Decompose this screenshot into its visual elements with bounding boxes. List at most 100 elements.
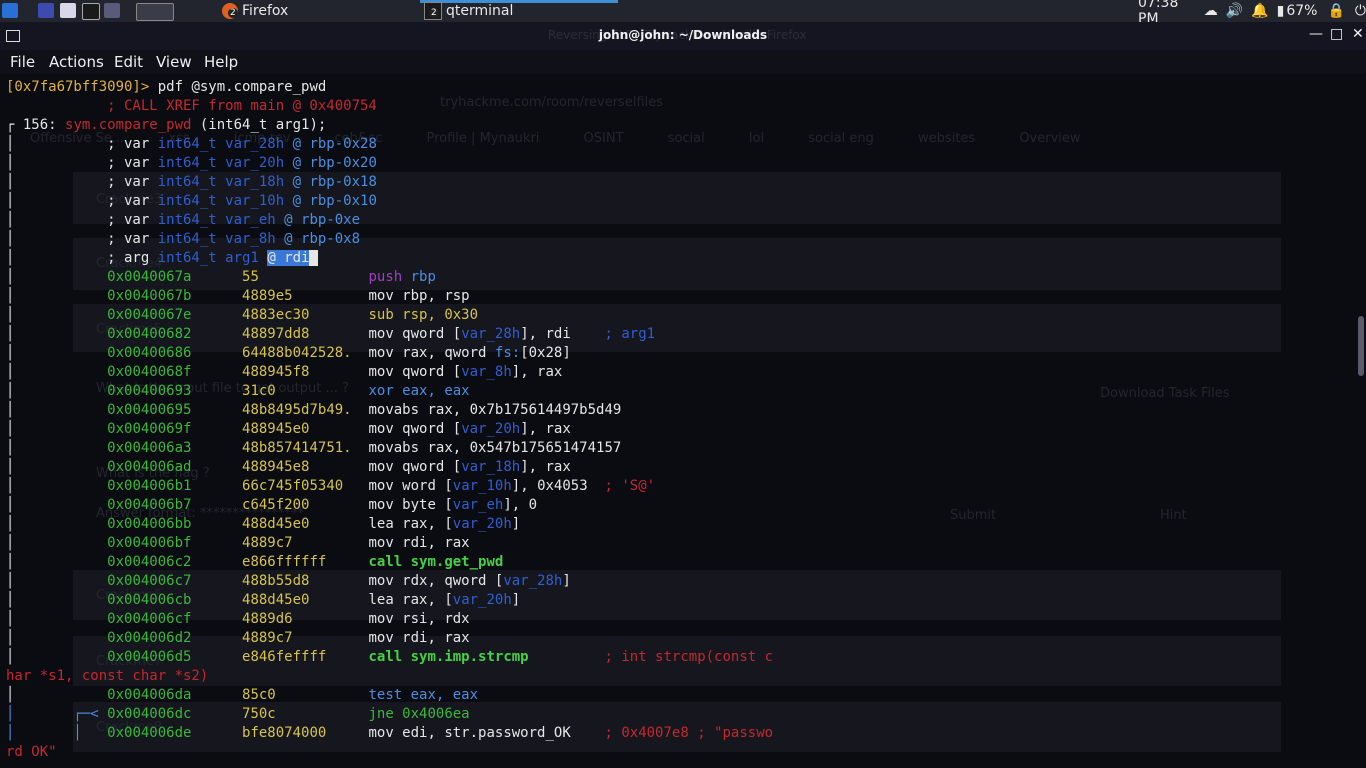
- file-manager-icon[interactable]: [60, 3, 76, 18]
- window-title: john@john: ~/Downloads: [598, 28, 768, 42]
- terminal-token: 4889d6: [191, 611, 369, 627]
- terminal-line: │ 0x00400693 31c0 xor eax, eax: [6, 382, 470, 401]
- terminal-line: │ ┌─< 0x004006dc 750c jne 0x4006ea: [6, 705, 470, 724]
- maximize-icon[interactable]: □: [1330, 26, 1343, 42]
- terminal-token: ┌ 156:: [6, 117, 66, 133]
- terminal-token: 488945f8: [191, 364, 369, 380]
- menu-help[interactable]: Help: [204, 53, 238, 71]
- terminal-token: ; arg1: [604, 326, 656, 342]
- terminal-token: call sym.imp.strcmp: [368, 649, 529, 665]
- terminal-token: [0x7fa67bff3090]>: [6, 79, 150, 95]
- taskbar: 2 Firefox 2 qterminal 07:38 PM ☁ 🔊 🔔 ▮ 6…: [0, 0, 1366, 27]
- terminal-token: │: [6, 364, 108, 380]
- terminal-token: 0x004006b1: [107, 478, 192, 494]
- terminal-line: │ ; var int64_t var_eh @ rbp-0xe: [6, 211, 360, 230]
- system-tray: 07:38 PM ☁ 🔊 🔔 ▮ 67% 🔒 ⏻: [1138, 0, 1366, 27]
- terminal-token: │: [6, 649, 108, 665]
- terminal-token: mov word [: [368, 478, 453, 494]
- firefox-icon: 2: [222, 3, 238, 19]
- terminal-token: var_28h: [461, 326, 521, 342]
- terminal-token: mov byte [: [368, 497, 453, 513]
- terminal-token: 0x004006cf: [107, 611, 192, 627]
- notification-bell-icon[interactable]: 🔔: [1251, 3, 1268, 19]
- settings-icon[interactable]: [104, 3, 120, 18]
- terminal-line: │ 0x004006d2 4889c7 mov rdi, rax: [6, 629, 470, 648]
- menu-view[interactable]: View: [156, 53, 192, 71]
- ghost-bookmark: OSINT: [583, 131, 624, 146]
- terminal-line: [0x7fa67bff3090]> pdf @sym.compare_pwd: [6, 78, 326, 97]
- terminal-token: 0x00400693: [107, 383, 192, 399]
- terminal-token: │: [6, 459, 108, 475]
- lock-icon[interactable]: 🔒: [1327, 3, 1344, 19]
- terminal-token: ], 0: [503, 497, 538, 513]
- terminal-token: c645f200: [191, 497, 369, 513]
- terminal-token: lea rax, [: [368, 592, 453, 608]
- terminal-line: │ 0x0040067e 4883ec30 sub rsp, 0x30: [6, 306, 478, 325]
- menu-actions[interactable]: Actions: [49, 53, 104, 71]
- terminal-token: var_20h: [461, 421, 521, 437]
- battery-icon[interactable]: ▮: [1277, 3, 1285, 19]
- terminal-token: rd OK": [6, 744, 57, 760]
- terminal-token: mov rdi, rax: [368, 630, 470, 646]
- qterminal-icon: 2: [424, 2, 442, 20]
- terminal-line: │ 0x004006ad 488945e8 mov qword [var_18h…: [6, 458, 571, 477]
- terminal-token: 0x00400682: [107, 326, 192, 342]
- terminal-token: 488d45e0: [191, 592, 369, 608]
- terminal-token: 0x004006de: [107, 725, 192, 741]
- terminal-line: │ 0x0040067b 4889e5 mov rbp, rsp: [6, 287, 470, 306]
- terminal-token: ; CALL XREF from main @ 0x400754: [6, 98, 377, 114]
- taskbar-firefox[interactable]: 2 Firefox: [222, 0, 288, 22]
- terminal-line: │ 0x004006bb 488d45e0 lea rax, [var_20h]: [6, 515, 520, 534]
- qterminal-label: qterminal: [446, 3, 514, 19]
- terminal-token: 48897dd8: [191, 326, 369, 342]
- terminal-token: var_20h: [452, 516, 512, 532]
- minimize-icon[interactable]: —: [1309, 26, 1323, 42]
- terminal-line: har *s1, const char *s2): [6, 667, 208, 686]
- terminal-token: 66c745f05340: [191, 478, 369, 494]
- terminal-token: har *s1, const char *s2): [6, 668, 209, 684]
- terminal-token: │: [6, 497, 108, 513]
- terminal-token: var_20h: [452, 592, 512, 608]
- terminal-scrollbar[interactable]: [1356, 76, 1366, 768]
- terminal-token: rbp: [410, 269, 436, 285]
- terminal-token: @ rbp-0x18: [284, 174, 377, 190]
- terminal-token: @ rbp-0x28: [284, 136, 377, 152]
- terminal-line: ; CALL XREF from main @ 0x400754: [6, 97, 377, 116]
- firefox-label: Firefox: [242, 3, 289, 19]
- power-icon[interactable]: ⏻: [1355, 3, 1366, 19]
- terminal-token: mov qword [: [368, 421, 462, 437]
- close-icon[interactable]: ✕: [1352, 26, 1364, 42]
- terminal-token: │: [6, 535, 108, 551]
- terminal-token: 64488b042528.: [191, 345, 369, 361]
- terminal-line: │ │ 0x004006de bfe8074000 mov edi, str.p…: [6, 724, 773, 743]
- terminal-token: fs:: [494, 345, 521, 361]
- terminal-token: sym.compare_pwd: [65, 117, 192, 133]
- terminal-token: push: [368, 269, 411, 285]
- terminal-token: (int64_t arg1);: [191, 117, 327, 133]
- terminal-token: 55: [191, 269, 369, 285]
- menu-edit[interactable]: Edit: [114, 53, 143, 71]
- terminal-launcher-icon[interactable]: [82, 3, 100, 20]
- terminal-line: │ ; var int64_t var_28h @ rbp-0x28: [6, 135, 377, 154]
- terminal-token: ], rdi: [520, 326, 605, 342]
- terminal-token: ], rax: [520, 421, 571, 437]
- terminal-token: int64_t var_8h: [157, 231, 276, 247]
- terminal-token: mov qword [: [368, 459, 462, 475]
- terminal-token: 0x0040067b: [107, 288, 192, 304]
- kali-menu-icon[interactable]: [2, 3, 18, 18]
- menu-file[interactable]: File: [10, 53, 35, 71]
- terminal-token: │: [6, 326, 108, 342]
- terminal-line: │ 0x004006da 85c0 test eax, eax: [6, 686, 478, 705]
- desktop-icon[interactable]: [38, 3, 54, 18]
- terminal-token: mov qword [: [368, 326, 462, 342]
- network-icon[interactable]: ☁: [1204, 3, 1218, 19]
- terminal-line: │ ; var int64_t var_18h @ rbp-0x18: [6, 173, 377, 192]
- volume-icon[interactable]: 🔊: [1226, 3, 1243, 19]
- scrollbar-thumb[interactable]: [1358, 316, 1364, 376]
- workspace-1-icon[interactable]: [136, 3, 174, 21]
- window-titlebar[interactable]: Reversing ELF - TryHackMe - Mozilla Fire…: [0, 22, 1366, 50]
- taskbar-qterminal[interactable]: 2 qterminal: [424, 0, 513, 22]
- terminal-output[interactable]: tryhackme.com/room/reverselfiles Offensi…: [0, 76, 1356, 768]
- terminal-token: @ rdi: [267, 250, 310, 266]
- terminal-token: mov edi, str.password_OK: [368, 725, 605, 741]
